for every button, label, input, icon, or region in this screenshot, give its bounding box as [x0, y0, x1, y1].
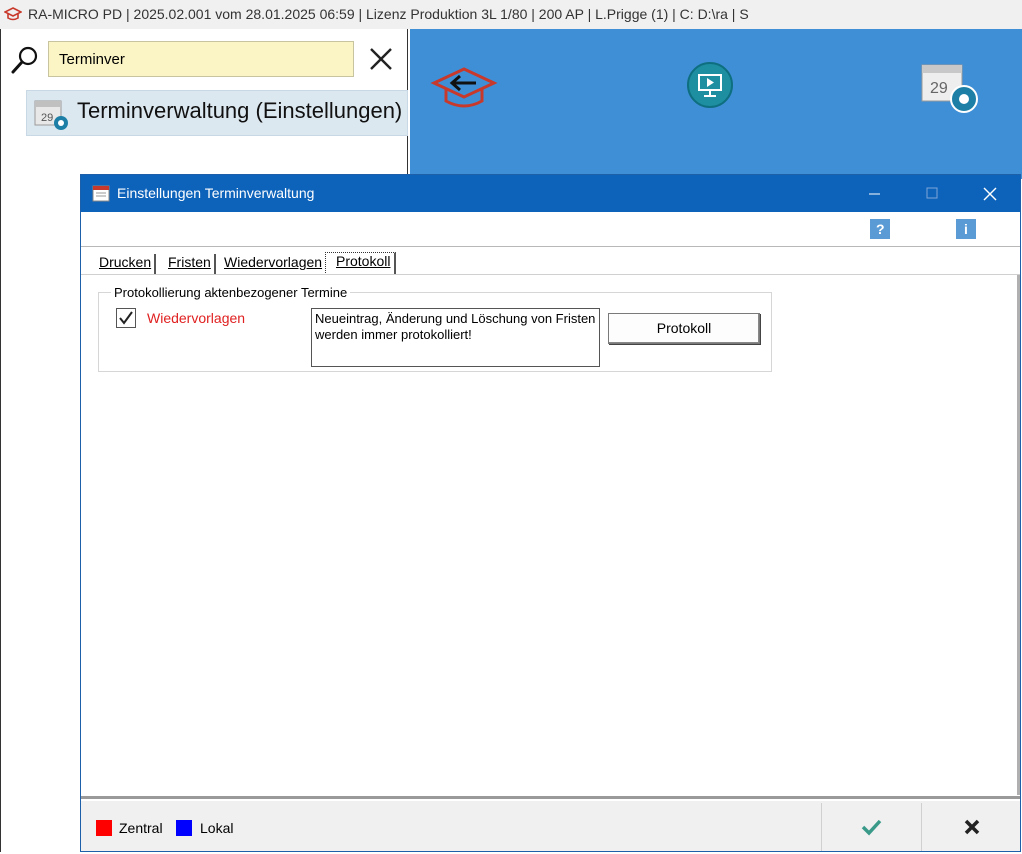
help-glyph: ?: [876, 221, 885, 237]
info-textbox: Neueintrag, Änderung und Löschung von Fr…: [311, 308, 600, 367]
search-icon[interactable]: [10, 45, 40, 75]
scrollbar[interactable]: [1017, 275, 1020, 795]
calendar-day: 29: [41, 112, 53, 124]
group-title: Protokollierung aktenbezogener Termine: [111, 285, 351, 300]
checkmark-icon: [861, 819, 882, 836]
tab-label: Wiedervorlagen: [224, 254, 323, 270]
calendar-icon: [92, 185, 110, 202]
cancel-button[interactable]: [921, 803, 1021, 851]
mortarboard-icon: [4, 7, 22, 21]
app-title: RA-MICRO PD | 2025.02.001 vom 28.01.2025…: [28, 6, 749, 22]
info-icon[interactable]: i: [956, 219, 976, 239]
close-icon[interactable]: [967, 175, 1013, 212]
close-icon[interactable]: [367, 45, 395, 73]
dialog-title: Einstellungen Terminverwaltung: [117, 185, 315, 201]
checkmark-icon: [119, 311, 133, 325]
tab-wiedervorlagen[interactable]: Wiedervorlagen: [224, 254, 328, 274]
help-icon[interactable]: ?: [870, 219, 890, 239]
wiedervorlagen-checkbox[interactable]: [116, 308, 136, 328]
calendar-settings-icon: 29: [34, 100, 68, 130]
back-mortarboard-icon[interactable]: [430, 63, 498, 113]
ok-button[interactable]: [821, 803, 921, 851]
divider: [81, 246, 1020, 247]
presentation-icon[interactable]: [686, 61, 734, 109]
minimize-button[interactable]: [851, 175, 897, 212]
dialog-titlebar[interactable]: Einstellungen Terminverwaltung: [81, 175, 1020, 212]
calendar-day: 29: [930, 80, 948, 97]
info-glyph: i: [964, 221, 968, 237]
tab-fristen[interactable]: Fristen: [168, 254, 216, 274]
maximize-button[interactable]: [909, 175, 955, 212]
legend-label-lokal: Lokal: [200, 820, 234, 836]
tab-label: Protokoll: [336, 253, 391, 269]
app-titlebar: RA-MICRO PD | 2025.02.001 vom 28.01.2025…: [0, 0, 1022, 29]
tab-protokoll[interactable]: Protokoll: [325, 252, 397, 275]
legend-swatch-zentral: [96, 820, 112, 836]
search-input[interactable]: [48, 41, 354, 77]
search-result-item[interactable]: 29 Terminverwaltung (Einstellungen): [26, 90, 408, 136]
calendar-settings-icon[interactable]: 29: [920, 59, 984, 115]
search-result-label: Terminverwaltung (Einstellungen): [77, 98, 403, 123]
settings-dialog: Einstellungen Terminverwaltung ? i Druck…: [80, 174, 1021, 852]
tab-label: Fristen: [168, 254, 211, 270]
legend-label-zentral: Zentral: [119, 820, 163, 836]
divider: [81, 796, 1020, 799]
tab-drucken[interactable]: Drucken: [99, 254, 157, 274]
wiedervorlagen-label[interactable]: Wiedervorlagen: [147, 310, 245, 326]
x-icon: [964, 819, 980, 835]
divider: [81, 274, 1020, 275]
legend-swatch-lokal: [176, 820, 192, 836]
protokoll-button[interactable]: Protokoll: [608, 313, 760, 344]
ribbon: 29: [410, 29, 1022, 179]
tab-label: Drucken: [99, 254, 152, 270]
